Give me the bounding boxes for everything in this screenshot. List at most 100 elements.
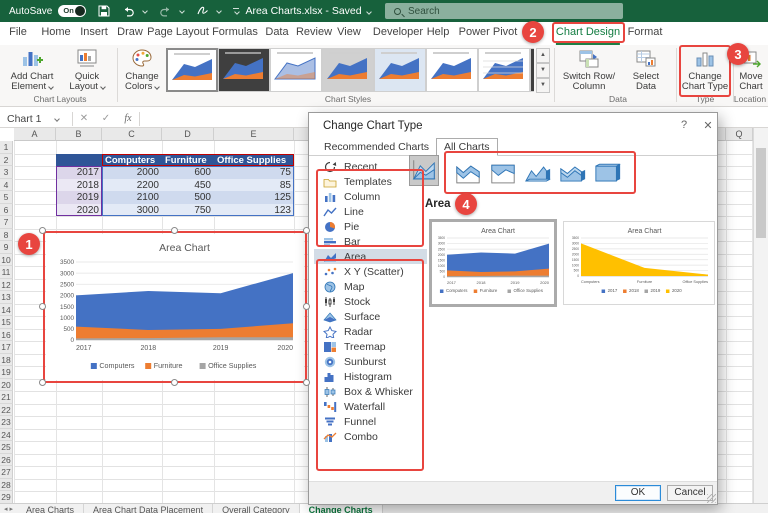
cell-value[interactable]: 3000 xyxy=(102,204,162,217)
chart-style-thumb-4[interactable] xyxy=(322,48,374,92)
row-header-26[interactable]: 26 xyxy=(0,454,13,467)
ribbon-tab-file[interactable]: File xyxy=(9,22,27,43)
change-chart-type-button[interactable]: Change Chart Type xyxy=(681,48,729,92)
cell-value[interactable]: 2000 xyxy=(102,166,162,179)
select-data-button[interactable]: Select Data xyxy=(624,48,668,92)
row-header-8[interactable]: 8 xyxy=(0,229,13,242)
row-header-20[interactable]: 20 xyxy=(0,379,13,392)
row-header-10[interactable]: 10 xyxy=(0,254,13,267)
row-header-25[interactable]: 25 xyxy=(0,441,13,454)
selection-handle[interactable] xyxy=(303,303,310,310)
selection-handle[interactable] xyxy=(39,303,46,310)
enter-entry-icon[interactable]: ✓ xyxy=(95,113,117,124)
cell-header-office-supplies[interactable]: Office Supplies xyxy=(214,154,294,167)
cell-year-2017[interactable]: 2017 xyxy=(56,166,102,179)
row-header-2[interactable]: 2 xyxy=(0,154,13,167)
row-header-23[interactable]: 23 xyxy=(0,416,13,429)
ink-gesture-icon[interactable] xyxy=(196,5,209,17)
row-header-4[interactable]: 4 xyxy=(0,179,13,192)
chart-style-thumb-8[interactable] xyxy=(530,48,534,92)
chart-type-column[interactable]: Column xyxy=(314,189,427,204)
chart-style-thumb-7[interactable] xyxy=(478,48,530,92)
scrollbar-thumb[interactable] xyxy=(756,148,766,238)
undo-icon[interactable] xyxy=(122,5,135,17)
selection-handle[interactable] xyxy=(39,227,46,234)
row-header-21[interactable]: 21 xyxy=(0,391,13,404)
chart-type-funnel[interactable]: Funnel xyxy=(314,414,427,429)
chart-type-sunburst[interactable]: Sunburst xyxy=(314,354,427,369)
column-header-a[interactable]: A xyxy=(14,128,56,141)
selection-handle[interactable] xyxy=(171,227,178,234)
ribbon-tab-format[interactable]: Format xyxy=(628,22,663,43)
selection-handle[interactable] xyxy=(303,379,310,386)
row-header-24[interactable]: 24 xyxy=(0,429,13,442)
row-header-29[interactable]: 29 xyxy=(0,491,13,504)
tab-recommended-charts[interactable]: Recommended Charts xyxy=(317,139,436,155)
cell-value[interactable]: 600 xyxy=(162,166,214,179)
cell-b2[interactable] xyxy=(56,154,102,167)
chart-type-area[interactable]: Area xyxy=(314,249,427,264)
embedded-area-chart[interactable]: Area Chart050010001500200025003000350020… xyxy=(46,234,304,380)
change-colors-button[interactable]: Change Colors xyxy=(120,48,164,92)
row-header-3[interactable]: 3 xyxy=(0,166,13,179)
row-header-22[interactable]: 22 xyxy=(0,404,13,417)
row-header-15[interactable]: 15 xyxy=(0,316,13,329)
chart-type-stock[interactable]: Stock xyxy=(314,294,427,309)
document-title[interactable]: Area Charts.xlsx - Saved xyxy=(228,0,388,22)
selection-handle[interactable] xyxy=(171,379,178,386)
column-header-c[interactable]: C xyxy=(102,128,162,141)
row-header-13[interactable]: 13 xyxy=(0,291,13,304)
subtype-100-stacked-area[interactable] xyxy=(488,159,518,190)
cell-value[interactable]: 123 xyxy=(214,204,294,217)
column-header-q[interactable]: Q xyxy=(726,128,753,141)
ribbon-tab-power-pivot[interactable]: Power Pivot xyxy=(459,22,518,43)
row-header-5[interactable]: 5 xyxy=(0,191,13,204)
cell-value[interactable]: 2200 xyxy=(102,179,162,192)
row-header-6[interactable]: 6 xyxy=(0,204,13,217)
gallery-scroll-up-icon[interactable]: ▲ xyxy=(536,48,550,63)
cell-value[interactable]: 125 xyxy=(214,191,294,204)
row-header-27[interactable]: 27 xyxy=(0,466,13,479)
chart-style-thumb-1[interactable] xyxy=(166,48,218,92)
chart-type-treemap[interactable]: Treemap xyxy=(314,339,427,354)
chart-type-radar[interactable]: Radar xyxy=(314,324,427,339)
chart-type-box-whisker[interactable]: Box & Whisker xyxy=(314,384,427,399)
row-header-1[interactable]: 1 xyxy=(0,141,13,154)
save-icon[interactable] xyxy=(98,5,110,17)
row-header-7[interactable]: 7 xyxy=(0,216,13,229)
chart-type-pie[interactable]: Pie xyxy=(314,219,427,234)
ribbon-tab-page-layout[interactable]: Page Layout xyxy=(147,22,209,43)
ribbon-tab-view[interactable]: View xyxy=(337,22,361,43)
cancel-entry-icon[interactable]: ✕ xyxy=(73,113,95,124)
tab-all-charts[interactable]: All Charts xyxy=(436,138,498,156)
ink-dropdown-icon[interactable] xyxy=(217,8,223,14)
ribbon-tab-draw[interactable]: Draw xyxy=(117,22,143,43)
cell-value[interactable]: 85 xyxy=(214,179,294,192)
row-header-18[interactable]: 18 xyxy=(0,354,13,367)
ribbon-tab-formulas[interactable]: Formulas xyxy=(212,22,258,43)
chart-style-thumb-5[interactable] xyxy=(374,48,426,92)
chart-type-line[interactable]: Line xyxy=(314,204,427,219)
row-header-9[interactable]: 9 xyxy=(0,241,13,254)
cell-year-2018[interactable]: 2018 xyxy=(56,179,102,192)
vertical-scrollbar[interactable] xyxy=(753,128,768,503)
cell-value[interactable]: 450 xyxy=(162,179,214,192)
row-header-12[interactable]: 12 xyxy=(0,279,13,292)
cell-value[interactable]: 750 xyxy=(162,204,214,217)
dialog-close-icon[interactable]: ✕ xyxy=(701,119,715,132)
ribbon-tab-insert[interactable]: Insert xyxy=(80,22,108,43)
search-input[interactable]: Search xyxy=(385,3,623,19)
ribbon-tab-help[interactable]: Help xyxy=(427,22,450,43)
quick-layout-button[interactable]: Quick Layout xyxy=(62,48,112,92)
sheet-tab-change-charts[interactable]: Change Charts xyxy=(300,504,383,513)
chart-type-x-y-scatter[interactable]: X Y (Scatter) xyxy=(314,264,427,279)
column-header-b[interactable]: B xyxy=(56,128,102,141)
cell-value[interactable]: 75 xyxy=(214,166,294,179)
row-header-11[interactable]: 11 xyxy=(0,266,13,279)
chart-style-thumb-2[interactable] xyxy=(218,48,270,92)
cell-header-computers[interactable]: Computers xyxy=(102,154,162,167)
subtype-3-d-100-stacked-area[interactable] xyxy=(593,159,623,190)
switch-row-column-button[interactable]: Switch Row/ Column xyxy=(560,48,618,92)
insert-function-icon[interactable]: fx xyxy=(117,113,139,124)
chart-style-thumb-3[interactable] xyxy=(270,48,322,92)
